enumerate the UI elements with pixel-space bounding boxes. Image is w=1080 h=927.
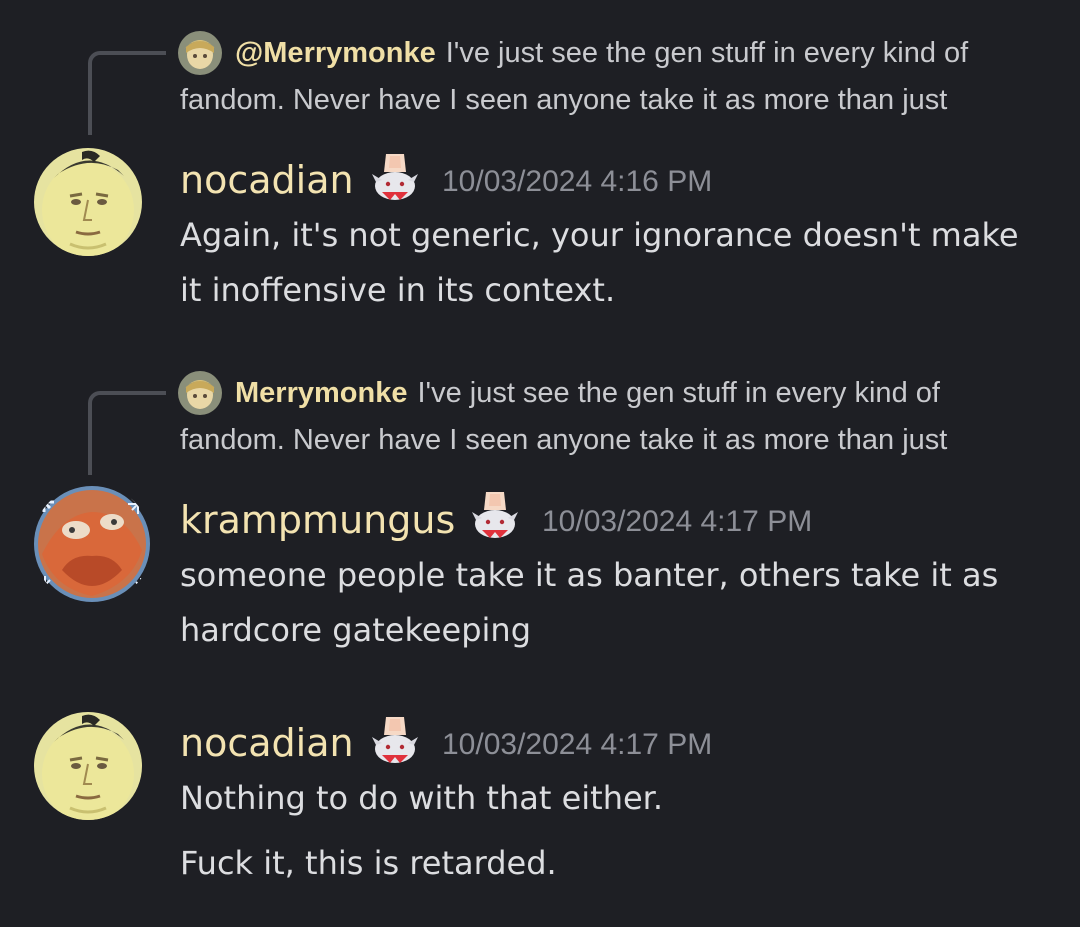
user-avatar[interactable] <box>34 148 142 256</box>
reply-text-continued: fandom. Never have I seen anyone take it… <box>180 424 948 456</box>
message-timestamp[interactable]: 10/03/2024 4:17 PM <box>442 725 712 765</box>
message-text-line: someone people take it as banter, others… <box>180 556 999 594</box>
username[interactable]: nocadian <box>180 719 354 767</box>
user-avatar[interactable] <box>34 712 142 820</box>
reply-text-continued: fandom. Never have I seen anyone take it… <box>180 84 948 116</box>
message-text-line: Again, it's not generic, your ignorance … <box>180 216 1019 254</box>
reply-preview[interactable]: @Merrymonke I've just see the gen stuff i… <box>235 30 968 77</box>
reply-avatar[interactable] <box>178 31 222 75</box>
reply-author[interactable]: Merrymonke <box>235 377 407 409</box>
role-badge-icon[interactable] <box>370 152 420 204</box>
message-text-line: Nothing to do with that either. <box>180 779 664 817</box>
user-avatar[interactable] <box>32 484 152 604</box>
role-badge-icon[interactable] <box>470 490 520 542</box>
reply-spine <box>88 51 166 135</box>
reply-avatar[interactable] <box>178 371 222 415</box>
username[interactable]: nocadian <box>180 156 354 204</box>
message-text-line: it inoffensive in its context. <box>180 271 616 309</box>
reply-mention[interactable]: @Merrymonke <box>235 37 436 69</box>
message-text-line: hardcore gatekeeping <box>180 611 531 649</box>
reply-text: I've just see the gen stuff in every kin… <box>445 37 969 69</box>
reply-text: I've just see the gen stuff in every kin… <box>417 377 940 409</box>
message-timestamp[interactable]: 10/03/2024 4:16 PM <box>442 162 712 202</box>
message-timestamp[interactable]: 10/03/2024 4:17 PM <box>542 502 812 542</box>
reply-preview[interactable]: Merrymonke I've just see the gen stuff in… <box>235 370 940 417</box>
username[interactable]: krampmungus <box>180 496 455 544</box>
role-badge-icon[interactable] <box>370 715 420 767</box>
message-text-line: Fuck it, this is retarded. <box>180 844 557 882</box>
reply-spine <box>88 391 166 475</box>
